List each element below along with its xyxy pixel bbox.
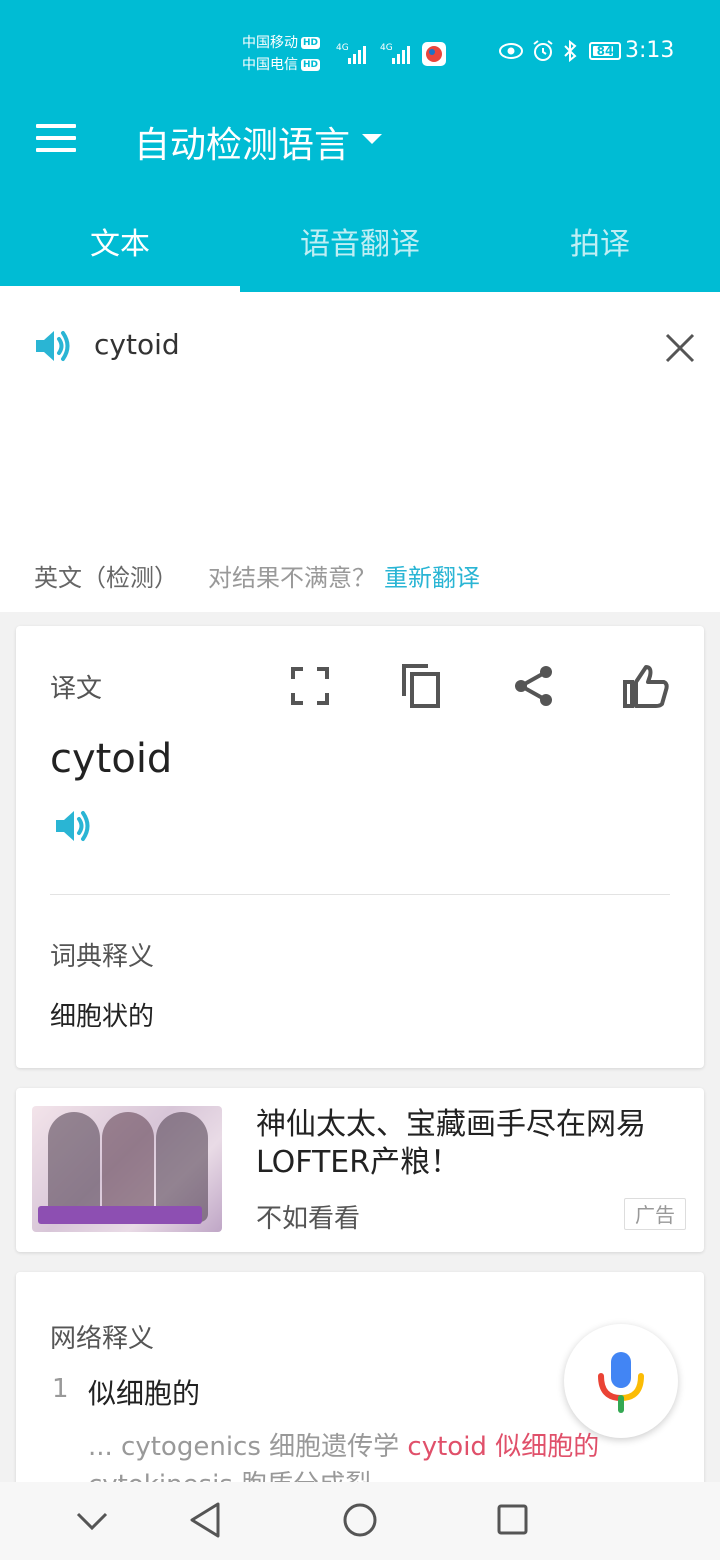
definition-index: 1 — [52, 1374, 69, 1404]
dictionary-definition: 细胞状的 — [50, 1002, 155, 1032]
tab-voice-translate[interactable]: 语音翻译 — [240, 210, 480, 290]
microphone-icon — [598, 1352, 644, 1413]
tab-text[interactable]: 文本 — [0, 210, 240, 290]
tab-photo-translate[interactable]: 拍译 — [480, 210, 720, 290]
signal-icons: 4G 4G — [336, 42, 446, 66]
home-icon[interactable] — [340, 1500, 380, 1540]
ad-image[interactable] — [32, 1106, 222, 1232]
battery-level: 84 — [596, 44, 614, 58]
status-right: 84 3:13 — [498, 38, 674, 63]
alarm-icon — [533, 40, 553, 61]
detected-language: 英文（检测） — [34, 564, 178, 592]
recents-icon[interactable] — [494, 1500, 534, 1540]
ad-badge: 广告 — [624, 1198, 686, 1230]
close-icon[interactable] — [662, 330, 698, 366]
share-icon[interactable] — [512, 664, 556, 708]
carrier-2: 中国电信 — [242, 57, 298, 73]
menu-icon[interactable] — [36, 124, 76, 154]
caret-down-icon[interactable] — [362, 134, 382, 144]
microphone-button[interactable] — [564, 1324, 678, 1438]
hd-badge: HD — [301, 37, 321, 49]
carrier-1: 中国移动 — [242, 35, 298, 51]
translation-result: cytoid — [50, 736, 173, 782]
clock: 3:13 — [625, 38, 675, 63]
thumbs-up-icon[interactable] — [622, 664, 670, 708]
speaker-icon[interactable] — [54, 808, 94, 844]
example-prefix: ... cytogenics 细胞遗传学 — [88, 1432, 408, 1462]
divider — [50, 894, 670, 895]
definition-term: 似细胞的 — [88, 1377, 201, 1410]
svg-text:4G: 4G — [336, 43, 349, 53]
chevron-down-icon[interactable] — [72, 1500, 112, 1540]
web-definition-label: 网络释义 — [50, 1324, 155, 1354]
svg-text:4G: 4G — [380, 43, 393, 53]
status-carrier: 中国移动 HD 中国电信 HD — [242, 32, 321, 76]
retranslate-link[interactable]: 重新翻译 — [384, 558, 480, 593]
fullscreen-icon[interactable] — [290, 666, 330, 706]
dictionary-label: 词典释义 — [50, 942, 155, 972]
copy-icon[interactable] — [400, 662, 444, 710]
battery-icon: 84 — [589, 42, 621, 60]
back-icon[interactable] — [186, 1500, 226, 1540]
definition-example: ... cytogenics 细胞遗传学 cytoid 似细胞的 — [88, 1426, 599, 1463]
eye-icon — [499, 43, 523, 59]
translation-label: 译文 — [50, 674, 103, 704]
unsatisfied-prompt: 对结果不满意？ — [208, 564, 376, 592]
hd-badge: HD — [301, 59, 321, 71]
speaker-icon[interactable] — [34, 328, 74, 364]
language-selector[interactable]: 自动检测语言 — [134, 116, 350, 168]
source-text-input[interactable]: cytoid — [94, 328, 180, 361]
bluetooth-icon — [564, 39, 577, 63]
ad-title[interactable]: 神仙太太、宝藏画手尽在网易LOFTER产粮！ — [256, 1106, 676, 1182]
ad-subtitle: 不如看看 — [256, 1204, 361, 1234]
